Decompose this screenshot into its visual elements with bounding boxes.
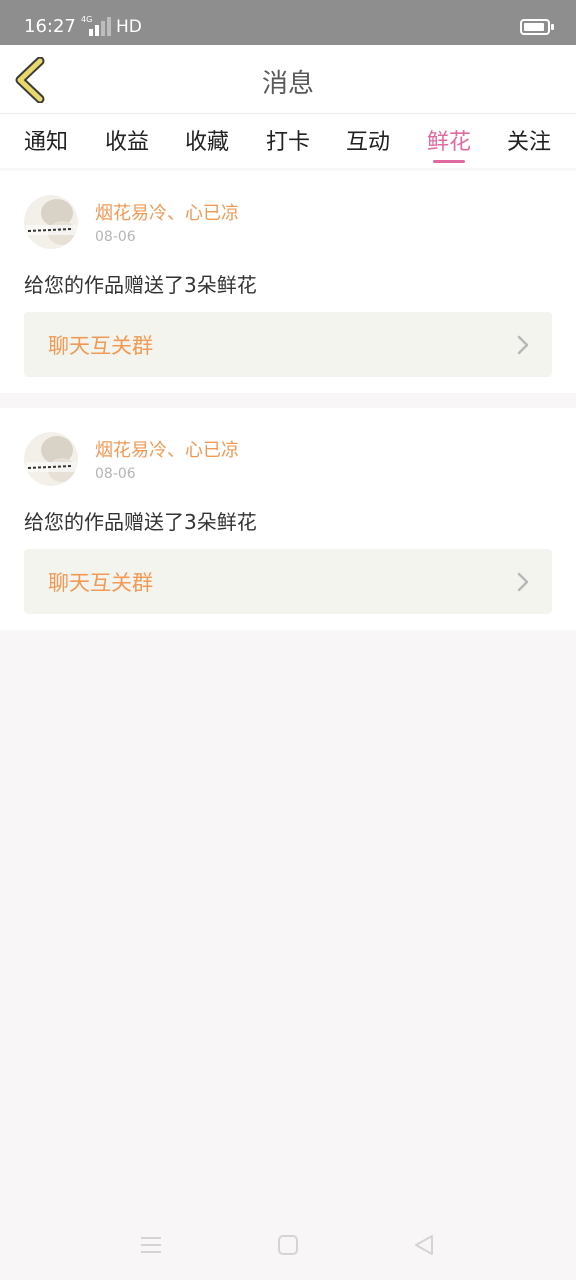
avatar-image [24, 195, 78, 249]
battery-icon [520, 19, 554, 35]
tab-interactions[interactable]: 互动 [338, 124, 398, 156]
chat-group-label: 聊天互关群 [48, 571, 153, 595]
status-bar: 16:27 4G HD [0, 0, 576, 45]
sender-name[interactable]: 烟花易冷、心已凉 [95, 436, 239, 462]
back-triangle-icon[interactable] [411, 1232, 437, 1258]
chevron-right-icon [517, 572, 529, 592]
message-card: 烟花易冷、心已凉 08-06 给您的作品赠送了3朵鲜花 聊天互关群 [0, 171, 576, 393]
sender-name[interactable]: 烟花易冷、心已凉 [95, 199, 239, 225]
chat-group-button[interactable]: 聊天互关群 [24, 549, 552, 614]
active-tab-indicator [433, 160, 465, 163]
avatar[interactable] [24, 195, 78, 249]
system-nav-bar [0, 1212, 576, 1280]
tab-favorites[interactable]: 收藏 [177, 124, 237, 156]
signal-icon [89, 17, 111, 36]
tab-following[interactable]: 关注 [499, 124, 559, 156]
tab-earnings[interactable]: 收益 [97, 124, 157, 156]
message-text: 给您的作品赠送了3朵鲜花 [24, 273, 257, 297]
page-title: 消息 [261, 69, 314, 99]
avatar[interactable] [24, 432, 78, 486]
tab-notifications[interactable]: 通知 [16, 124, 76, 156]
tab-checkin[interactable]: 打卡 [258, 124, 318, 156]
chat-group-button[interactable]: 聊天互关群 [24, 312, 552, 377]
home-icon[interactable] [275, 1232, 301, 1258]
tab-flowers[interactable]: 鲜花 [419, 124, 479, 156]
message-text: 给您的作品赠送了3朵鲜花 [24, 510, 257, 534]
avatar-image [24, 432, 78, 486]
message-card: 烟花易冷、心已凉 08-06 给您的作品赠送了3朵鲜花 聊天互关群 [0, 408, 576, 630]
message-date: 08-06 [95, 229, 136, 245]
hd-indicator: HD [116, 17, 142, 37]
menu-icon[interactable] [138, 1232, 164, 1258]
tab-bar: 通知 收益 收藏 打卡 互动 鲜花 关注 [0, 114, 576, 168]
chevron-right-icon [517, 335, 529, 355]
chat-group-label: 聊天互关群 [48, 334, 153, 358]
message-date: 08-06 [95, 466, 136, 482]
status-time: 16:27 [24, 16, 76, 37]
title-bar: 消息 [0, 45, 576, 114]
